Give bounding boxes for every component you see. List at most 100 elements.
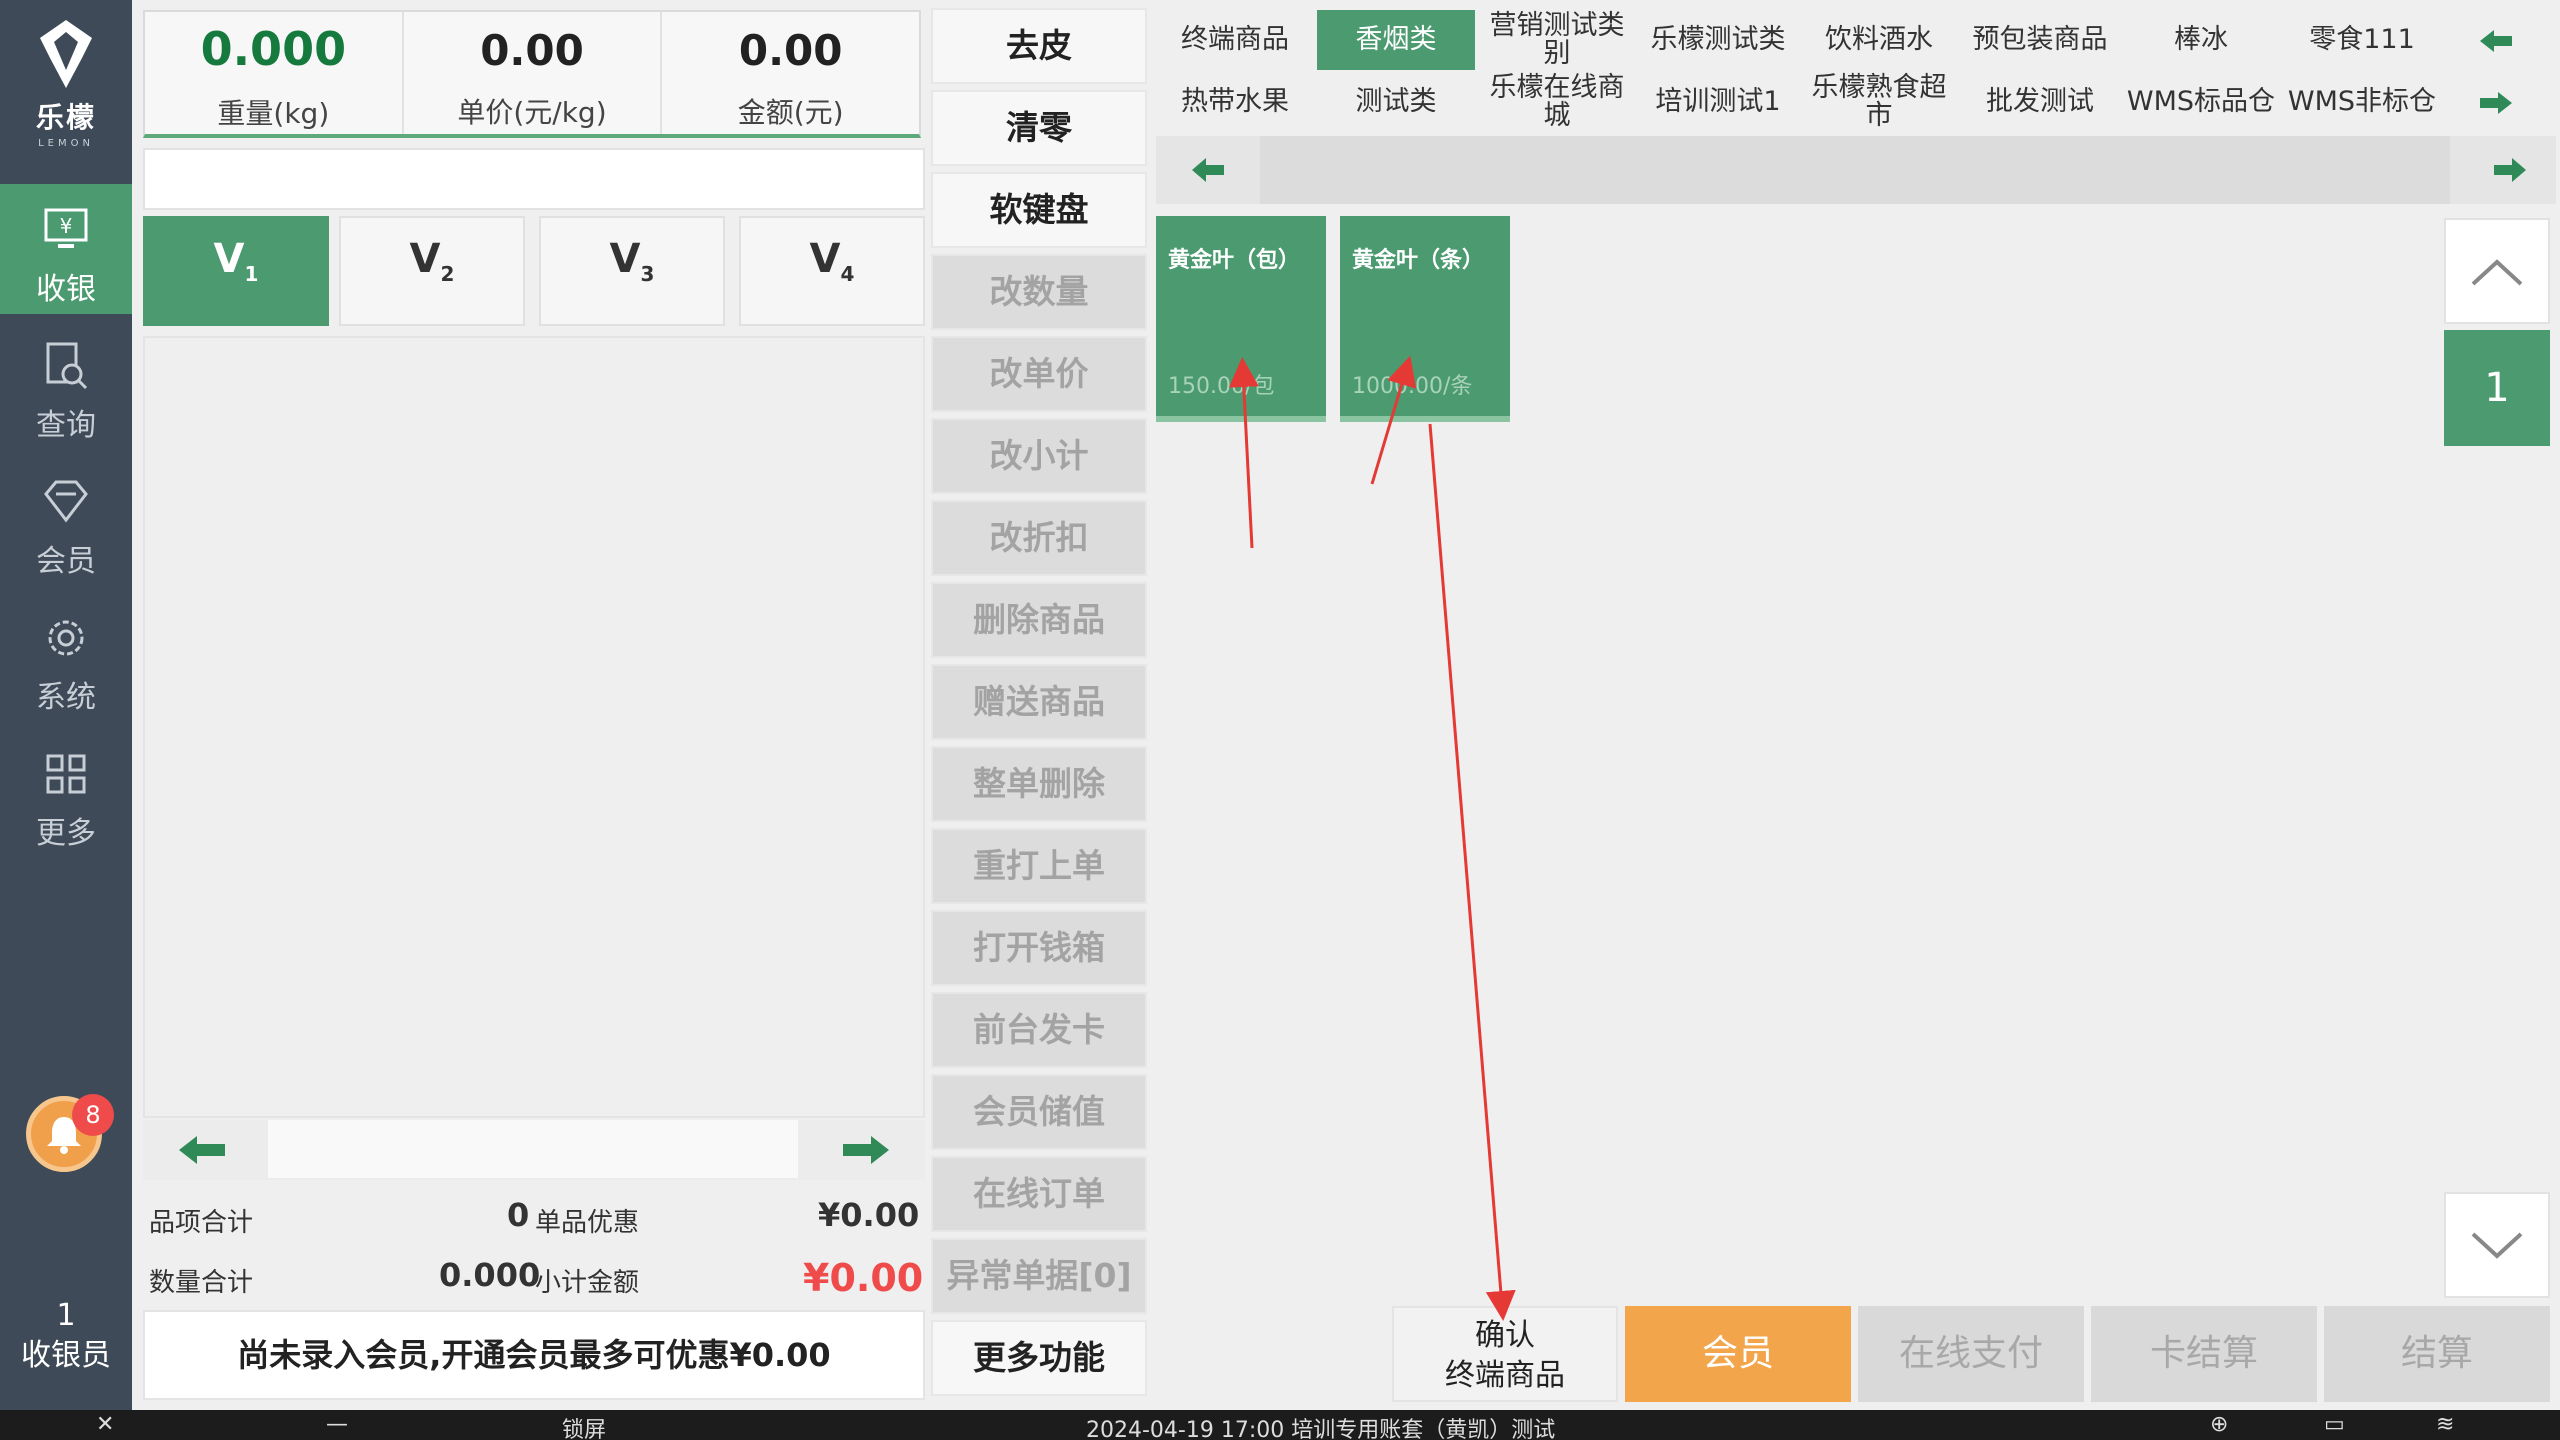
tare-button[interactable]: 去皮: [931, 8, 1147, 84]
item-count-label: 品项合计: [149, 1208, 254, 1238]
unit-price-value: 0.00: [480, 26, 584, 75]
system-status-bar: ✕ — 锁屏 2024-04-19 17:00 培训专用账套（黄凯）测试 ⊕ ▭…: [0, 1410, 2560, 1440]
category-tab[interactable]: 乐檬在线商城: [1478, 72, 1636, 132]
category-tab[interactable]: WMS标品仓: [2122, 72, 2280, 132]
change-discount-button[interactable]: 改折扣: [931, 500, 1147, 576]
change-qty-button[interactable]: 改数量: [931, 254, 1147, 330]
category-tab[interactable]: 热带水果: [1156, 72, 1314, 132]
minimize-icon[interactable]: —: [326, 1412, 348, 1437]
order-tab-label: V: [409, 236, 441, 282]
query-icon: [46, 342, 88, 390]
category-tab[interactable]: 零食111: [2283, 10, 2441, 70]
change-subtotal-button[interactable]: 改小计: [931, 418, 1147, 494]
soft-keyboard-button[interactable]: 软键盘: [931, 172, 1147, 248]
order-tab-v4[interactable]: V4: [739, 216, 925, 326]
product-name: 黄金叶（包）: [1168, 248, 1301, 273]
category-tab[interactable]: 培训测试1: [1639, 72, 1797, 132]
member-action-button[interactable]: 会员: [1625, 1306, 1851, 1402]
category-tab[interactable]: 终端商品: [1156, 10, 1314, 70]
category-tab[interactable]: 营销测试类别: [1478, 10, 1636, 70]
cart-scrollbar[interactable]: [143, 1120, 925, 1180]
open-cashbox-button[interactable]: 打开钱箱: [931, 910, 1147, 986]
nav-item-more[interactable]: 更多: [0, 728, 132, 858]
order-tab-number: 2: [440, 262, 455, 286]
order-tab-label: V: [213, 236, 245, 282]
scroll-left-arrow-icon[interactable]: [173, 1130, 233, 1170]
category-scroll-left-icon[interactable]: [1188, 154, 1228, 186]
more-functions-button[interactable]: 更多功能: [931, 1320, 1147, 1396]
lemon-logo-icon: [40, 20, 92, 88]
unit-price-label: 单价(元/kg): [457, 96, 607, 129]
checkout-button[interactable]: 结算: [2324, 1306, 2550, 1402]
product-tile[interactable]: 黄金叶（条） 1000.00/条: [1340, 216, 1510, 422]
zero-button[interactable]: 清零: [931, 90, 1147, 166]
nav-item-cashier[interactable]: ¥ 收银: [0, 184, 132, 314]
category-tab[interactable]: WMS非标仓: [2283, 72, 2441, 132]
order-tab-v1[interactable]: V1: [143, 216, 329, 326]
page-down-button[interactable]: [2444, 1192, 2550, 1298]
issue-card-button[interactable]: 前台发卡: [931, 992, 1147, 1068]
barcode-input-box[interactable]: [143, 148, 925, 210]
category-tab[interactable]: 棒冰: [2122, 10, 2280, 70]
item-discount-value: ¥0.00: [818, 1196, 920, 1234]
card-settlement-button[interactable]: 卡结算: [2091, 1306, 2317, 1402]
category-tab-active[interactable]: 香烟类: [1317, 10, 1475, 70]
category-tab[interactable]: 乐檬熟食超市: [1800, 72, 1958, 132]
cart-item-list[interactable]: [143, 336, 925, 1118]
brand-subtitle: LEMON: [38, 138, 94, 149]
category-prev-arrow-icon[interactable]: [2476, 26, 2516, 56]
cart-scroll-track[interactable]: [268, 1120, 798, 1178]
change-price-button[interactable]: 改单价: [931, 336, 1147, 412]
amount-label: 金额(元): [737, 96, 844, 129]
delete-order-button[interactable]: 整单删除: [931, 746, 1147, 822]
abnormal-orders-button[interactable]: 异常单据[0]: [931, 1238, 1147, 1314]
category-scrollbar[interactable]: [1156, 136, 2556, 204]
category-tab[interactable]: 批发测试: [1961, 72, 2119, 132]
nav-item-member[interactable]: 会员: [0, 456, 132, 586]
category-scroll-right-icon[interactable]: [2490, 154, 2530, 186]
weight-label: 重量(kg): [217, 97, 330, 130]
wifi-icon[interactable]: ≋: [2436, 1412, 2454, 1437]
reprint-last-button[interactable]: 重打上单: [931, 828, 1147, 904]
online-orders-button[interactable]: 在线订单: [931, 1156, 1147, 1232]
order-tab-v3[interactable]: V3: [539, 216, 725, 326]
nav-label: 查询: [36, 408, 96, 443]
nav-item-query[interactable]: 查询: [0, 320, 132, 450]
globe-icon[interactable]: ⊕: [2210, 1412, 2228, 1437]
close-icon[interactable]: ✕: [96, 1412, 114, 1437]
barcode-input[interactable]: [145, 150, 923, 208]
member-promo-banner[interactable]: 尚未录入会员,开通会员最多可优惠¥0.00: [143, 1310, 925, 1400]
more-grid-icon: [46, 754, 86, 794]
category-tab[interactable]: 饮料酒水: [1800, 10, 1958, 70]
member-topup-button[interactable]: 会员储值: [931, 1074, 1147, 1150]
online-payment-button[interactable]: 在线支付: [1858, 1306, 2084, 1402]
gift-item-button[interactable]: 赠送商品: [931, 664, 1147, 740]
category-tab[interactable]: 测试类: [1317, 72, 1475, 132]
delete-item-button[interactable]: 删除商品: [931, 582, 1147, 658]
scroll-right-arrow-icon[interactable]: [835, 1130, 895, 1170]
order-tab-v2[interactable]: V2: [339, 216, 525, 326]
nav-item-system[interactable]: 系统: [0, 592, 132, 722]
sidebar: 乐檬 LEMON ¥ 收银 查询 会员 系统 更多 8 1 收银员: [0, 0, 132, 1410]
page-number: 1: [2444, 330, 2550, 446]
category-next-arrow-icon[interactable]: [2476, 88, 2516, 118]
annotation-arrow: [1428, 423, 1516, 1321]
order-totals: 品项合计 0 单品优惠 ¥0.00 数量合计 0.000 小计金额 ¥0.00: [143, 1182, 925, 1304]
amount-value: 0.00: [738, 26, 843, 75]
category-scroll-track[interactable]: [1260, 136, 2450, 204]
brand-logo: 乐檬 LEMON: [0, 18, 132, 149]
nav-label: 系统: [36, 680, 96, 715]
item-count-value: 0: [507, 1196, 530, 1234]
cashier-icon: ¥: [44, 208, 88, 248]
monitor-icon[interactable]: ▭: [2324, 1412, 2345, 1437]
category-tab[interactable]: 乐檬测试类: [1639, 10, 1797, 70]
brand-name: 乐檬: [35, 101, 96, 134]
notification-count-badge: 8: [72, 1094, 114, 1136]
confirm-terminal-product-button[interactable]: 确认 终端商品: [1392, 1306, 1618, 1402]
session-info: 2024-04-19 17:00 培训专用账套（黄凯）测试: [1086, 1418, 1556, 1440]
product-tile[interactable]: 黄金叶（包） 150.00/包: [1156, 216, 1326, 422]
cashier-info[interactable]: 1 收银员: [0, 1296, 132, 1376]
lock-screen-button[interactable]: 锁屏: [562, 1412, 606, 1440]
category-tab[interactable]: 预包装商品: [1961, 10, 2119, 70]
page-up-button[interactable]: [2444, 218, 2550, 324]
